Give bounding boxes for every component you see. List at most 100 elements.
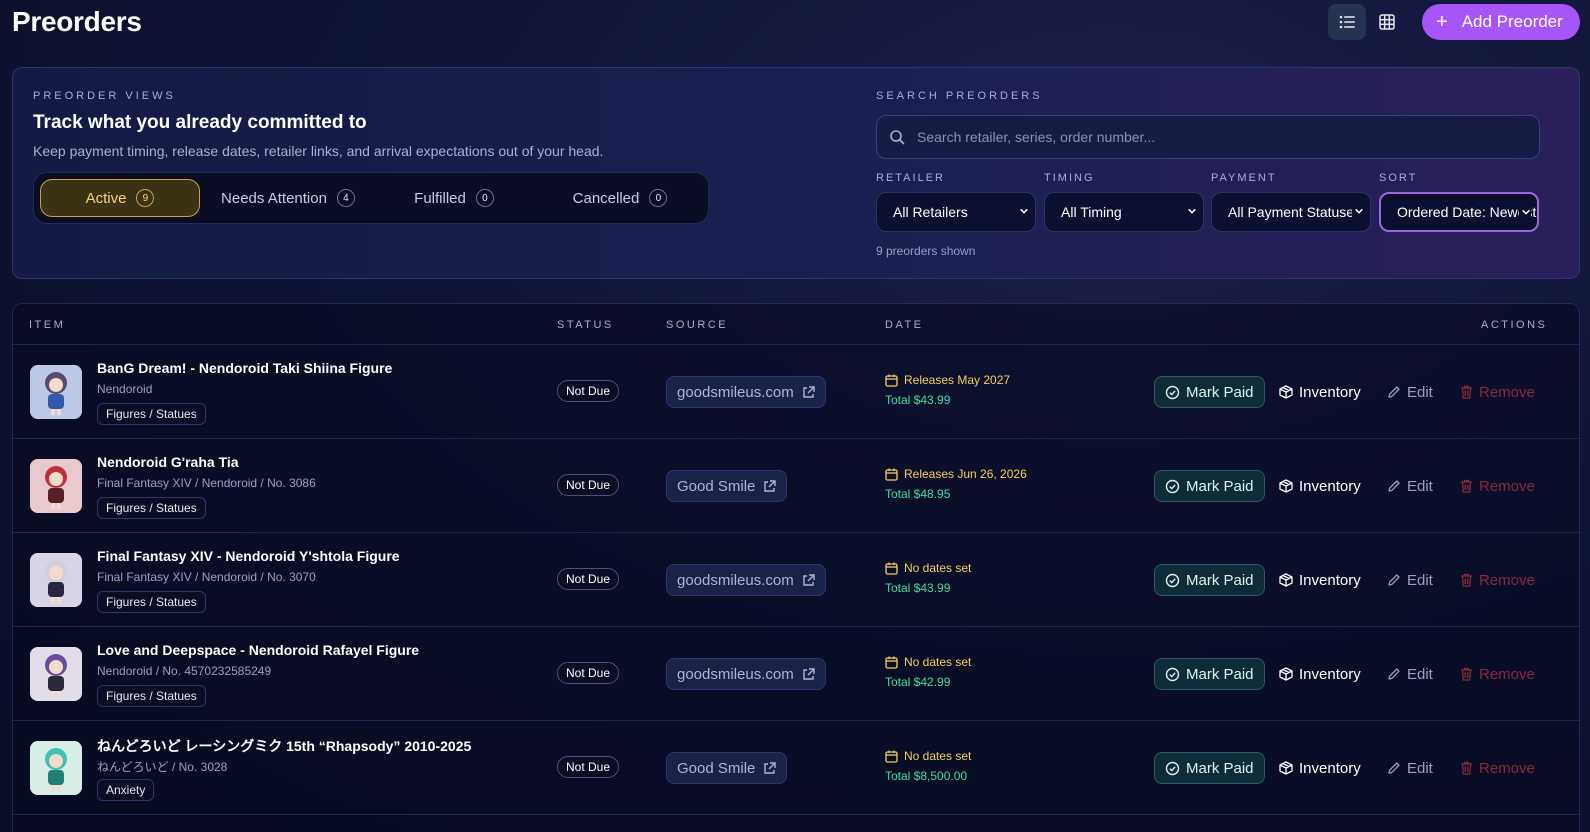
calendar-icon	[885, 750, 898, 763]
calendar-icon	[885, 562, 898, 575]
column-date: DATE	[885, 319, 924, 331]
tab-fulfilled[interactable]: Fulfilled 0	[374, 179, 534, 217]
remove-button[interactable]: Remove	[1460, 564, 1535, 596]
status-badge: Not Due	[557, 568, 620, 590]
pencil-icon	[1388, 480, 1400, 492]
retailer-label: RETAILER	[876, 172, 945, 184]
inventory-button[interactable]: Inventory	[1279, 752, 1361, 784]
mark-paid-button[interactable]: Mark Paid	[1154, 470, 1265, 502]
table-row[interactable]: BanG Dream! - Nendoroid Taki Shiina Figu…	[13, 345, 1579, 439]
tab-count-badge: 4	[336, 189, 355, 207]
item-name[interactable]: BanG Dream! - Nendoroid Taki Shiina Figu…	[97, 360, 392, 376]
item-name[interactable]: Nendoroid G'raha Tia	[97, 454, 239, 470]
tab-label: Active	[85, 189, 127, 207]
list-icon	[1339, 15, 1355, 29]
edit-label: Edit	[1407, 383, 1433, 401]
edit-button[interactable]: Edit	[1387, 658, 1433, 690]
source-link[interactable]: goodsmileus.com	[666, 376, 826, 408]
grid-view-button[interactable]	[1368, 4, 1406, 40]
table-row[interactable]: Love and Deepspace - Nendoroid Rafayel F…	[13, 627, 1579, 721]
item-subtitle: Nendoroid / No. 4570232585249	[97, 664, 272, 678]
remove-button[interactable]: Remove	[1460, 470, 1535, 502]
item-name[interactable]: ねんどろいど レーシングミク 15th “Rhapsody” 2010-2025	[97, 736, 471, 756]
pencil-icon	[1388, 762, 1400, 774]
inventory-button[interactable]: Inventory	[1279, 564, 1361, 596]
edit-label: Edit	[1407, 665, 1433, 683]
status-badge: Not Due	[557, 662, 620, 684]
source-link[interactable]: Good Smile	[666, 470, 788, 502]
trash-icon	[1461, 385, 1472, 399]
tab-active[interactable]: Active 9	[40, 179, 200, 217]
mark-paid-label: Mark Paid	[1186, 665, 1254, 683]
mark-paid-button[interactable]: Mark Paid	[1154, 564, 1265, 596]
package-icon	[1279, 573, 1293, 587]
item-thumbnail	[30, 647, 82, 701]
view-tabs: Active 9 Needs Attention 4 Fulfilled 0 C…	[33, 172, 709, 224]
remove-label: Remove	[1479, 665, 1535, 683]
payment-select[interactable]: All Payment Statuses	[1211, 192, 1371, 232]
tab-count-badge: 0	[649, 189, 668, 207]
retailer-select[interactable]: All Retailers	[876, 192, 1036, 232]
sort-select-value: Ordered Date: Newest	[1397, 204, 1537, 220]
list-view-button[interactable]	[1328, 4, 1366, 40]
remove-button[interactable]: Remove	[1460, 376, 1535, 408]
preorder-views-panel: PREORDER VIEWS Track what you already co…	[12, 67, 1580, 279]
search-box	[876, 115, 1540, 159]
inventory-button[interactable]: Inventory	[1279, 376, 1361, 408]
status-badge: Not Due	[557, 756, 620, 778]
package-icon	[1279, 479, 1293, 493]
inventory-button[interactable]: Inventory	[1279, 658, 1361, 690]
mark-paid-button[interactable]: Mark Paid	[1154, 376, 1265, 408]
source-link[interactable]: Good Smile	[666, 752, 788, 784]
mark-paid-button[interactable]: Mark Paid	[1154, 658, 1265, 690]
remove-button[interactable]: Remove	[1460, 752, 1535, 784]
edit-button[interactable]: Edit	[1387, 564, 1433, 596]
package-icon	[1279, 761, 1293, 775]
item-name[interactable]: Love and Deepspace - Nendoroid Rafayel F…	[97, 642, 419, 658]
inventory-label: Inventory	[1299, 665, 1361, 683]
remove-label: Remove	[1479, 759, 1535, 777]
table-row[interactable]: Final Fantasy XIV - Nendoroid Y'shtola F…	[13, 533, 1579, 627]
plus-icon: +	[1436, 11, 1448, 33]
preorders-table: ITEM STATUS SOURCE DATE ACTIONS BanG Dre…	[12, 303, 1580, 832]
edit-button[interactable]: Edit	[1387, 470, 1433, 502]
order-total: Total $8,500.00	[885, 769, 968, 783]
timing-select[interactable]: All Timing	[1044, 192, 1204, 232]
release-date-text: No dates set	[904, 749, 972, 763]
inventory-button[interactable]: Inventory	[1279, 470, 1361, 502]
item-subtitle: ねんどろいど / No. 3028	[97, 760, 228, 774]
edit-label: Edit	[1407, 759, 1433, 777]
table-row[interactable]: ねんどろいど レーシングミク 15th “Rhapsody” 2010-2025…	[13, 721, 1579, 815]
category-tag: Figures / Statues	[97, 591, 206, 613]
payment-label: PAYMENT	[1211, 172, 1277, 184]
edit-button[interactable]: Edit	[1387, 752, 1433, 784]
item-subtitle: Final Fantasy XIV / Nendoroid / No. 3070	[97, 570, 316, 584]
order-total: Total $43.99	[885, 393, 951, 407]
views-title: Track what you already committed to	[33, 112, 367, 133]
remove-button[interactable]: Remove	[1460, 658, 1535, 690]
external-link-icon	[803, 667, 815, 680]
pencil-icon	[1388, 668, 1400, 680]
source-link[interactable]: goodsmileus.com	[666, 658, 826, 690]
sort-select[interactable]: Ordered Date: Newest	[1379, 192, 1539, 232]
tab-needs-attention[interactable]: Needs Attention 4	[208, 179, 368, 217]
item-name[interactable]: Final Fantasy XIV - Nendoroid Y'shtola F…	[97, 548, 400, 564]
edit-label: Edit	[1407, 477, 1433, 495]
timing-label: TIMING	[1044, 172, 1095, 184]
add-preorder-button[interactable]: + Add Preorder	[1422, 4, 1580, 40]
edit-button[interactable]: Edit	[1387, 376, 1433, 408]
search-input[interactable]	[917, 129, 1517, 145]
table-row[interactable]: Nendoroid G'raha Tia Final Fantasy XIV / …	[13, 439, 1579, 533]
mark-paid-label: Mark Paid	[1186, 571, 1254, 589]
calendar-icon	[885, 468, 898, 481]
source-label: Good Smile	[677, 477, 756, 495]
release-date-text: Releases Jun 26, 2026	[904, 467, 1027, 481]
chevron-down-icon	[1519, 206, 1531, 218]
source-link[interactable]: goodsmileus.com	[666, 564, 826, 596]
item-thumbnail	[30, 459, 82, 513]
inventory-label: Inventory	[1299, 383, 1361, 401]
tab-cancelled[interactable]: Cancelled 0	[540, 179, 700, 217]
mark-paid-button[interactable]: Mark Paid	[1154, 752, 1265, 784]
item-thumbnail	[30, 741, 82, 795]
inventory-label: Inventory	[1299, 759, 1361, 777]
